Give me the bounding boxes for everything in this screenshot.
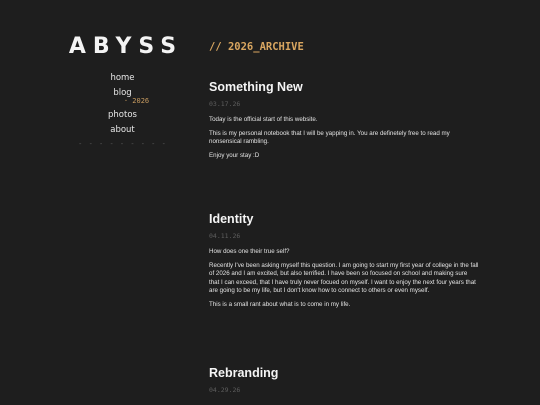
page: ABYSS home blog · 2026 photos about - - … (0, 0, 540, 405)
nav-subitem-2026[interactable]: · 2026 (55, 97, 190, 106)
nav-item-about[interactable]: about (55, 125, 190, 135)
post-paragraph: How does one their true self? (209, 248, 290, 255)
post-paragraph: Recently I've been asking myself this qu… (209, 261, 479, 295)
blog-post: Identity 04.11.26 How does one their tru… (209, 212, 479, 315)
post-paragraph: Enjoy your stay :D (209, 151, 260, 159)
site-logo[interactable]: ABYSS (55, 33, 190, 61)
post-title[interactable]: Rebranding (209, 366, 479, 381)
post-date: 03.17.26 (209, 100, 241, 108)
post-paragraph: This is my personal notebook that I will… (209, 129, 450, 146)
post-paragraph: Today is the official start of this webs… (209, 116, 318, 123)
main-nav: home blog · 2026 photos about (55, 73, 190, 135)
nav-item-home[interactable]: home (55, 73, 190, 83)
post-title[interactable]: Something New (209, 80, 479, 95)
sidebar-divider: - - - - - - - - - (78, 140, 167, 148)
post-date: 04.29.26 (209, 386, 241, 394)
main-content: // 2026_ARCHIVE Something New 03.17.26 T… (209, 40, 479, 394)
sidebar: ABYSS home blog · 2026 photos about - - … (55, 33, 190, 148)
post-title[interactable]: Identity (209, 212, 479, 227)
post-paragraph: This is a small rant about what is to co… (209, 300, 351, 308)
archive-title: // 2026_ARCHIVE (209, 41, 304, 53)
nav-item-photos[interactable]: photos (55, 110, 190, 120)
post-date: 04.11.26 (209, 232, 241, 240)
blog-post: Something New 03.17.26 Today is the offi… (209, 80, 479, 165)
blog-post: Rebranding 04.29.26 (209, 366, 479, 402)
